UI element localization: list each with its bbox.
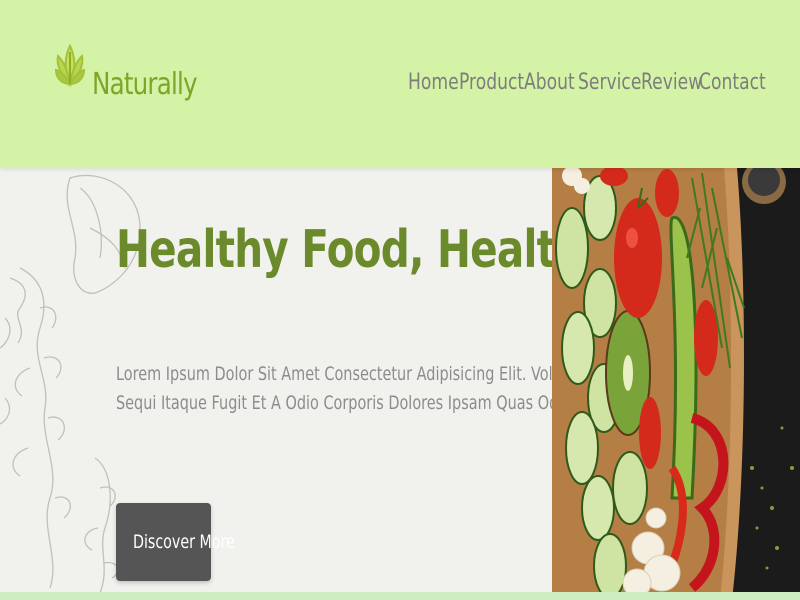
site-header: Naturally Home Product About Service Rev…	[0, 0, 800, 168]
nav-item-about[interactable]: About	[524, 70, 575, 95]
nav-item-service[interactable]: Service	[578, 70, 641, 95]
vegetable-platter-image	[552, 168, 800, 600]
bottom-accent-bar	[0, 592, 800, 600]
nav-item-contact[interactable]: Contact	[699, 70, 766, 95]
hero-description-line: Lorem Ipsum Dolor Sit Amet Consectetur A…	[116, 363, 608, 385]
main-nav: Home Product About Service Review Contac…	[0, 70, 800, 110]
hero-description: Lorem Ipsum Dolor Sit Amet Consectetur A…	[116, 360, 608, 418]
discover-more-button[interactable]: Discover More	[116, 503, 235, 581]
nav-item-home[interactable]: Home	[408, 70, 459, 95]
nav-item-review[interactable]: Review	[641, 70, 702, 95]
discover-more-label: Discover More	[132, 531, 235, 553]
hero-section: Healthy Food, Healthy Life. Lorem Ipsum …	[0, 168, 800, 600]
hero-description-line: Sequi Itaque Fugit Et A Odio Corporis Do…	[116, 392, 573, 414]
nav-item-product[interactable]: Product	[459, 70, 524, 95]
